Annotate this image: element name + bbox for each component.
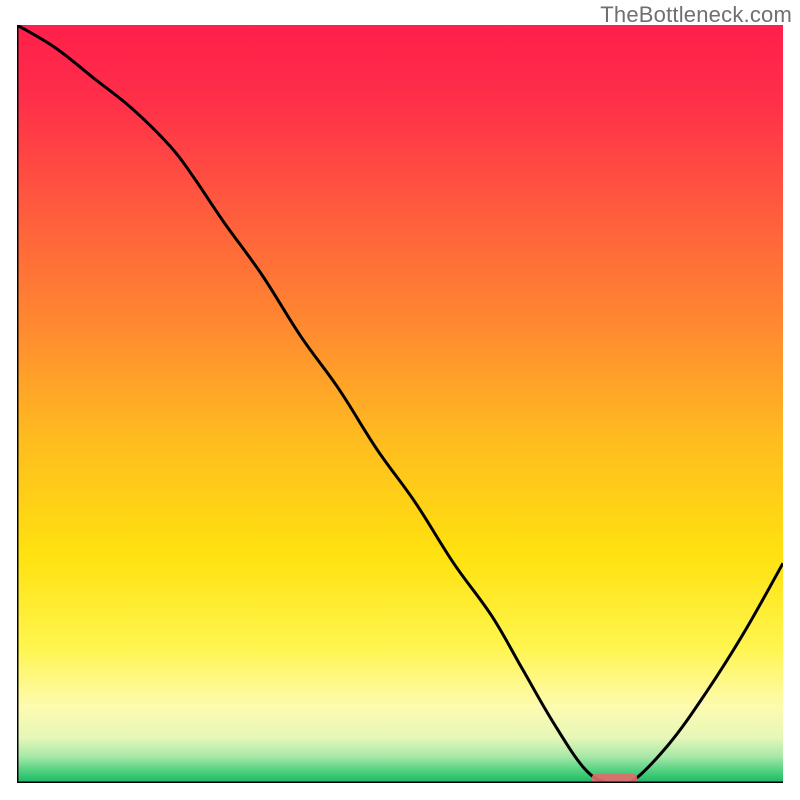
gradient-background (17, 25, 783, 783)
chart-svg (17, 25, 783, 783)
chart-container: TheBottleneck.com (0, 0, 800, 800)
plot-area (17, 25, 783, 783)
